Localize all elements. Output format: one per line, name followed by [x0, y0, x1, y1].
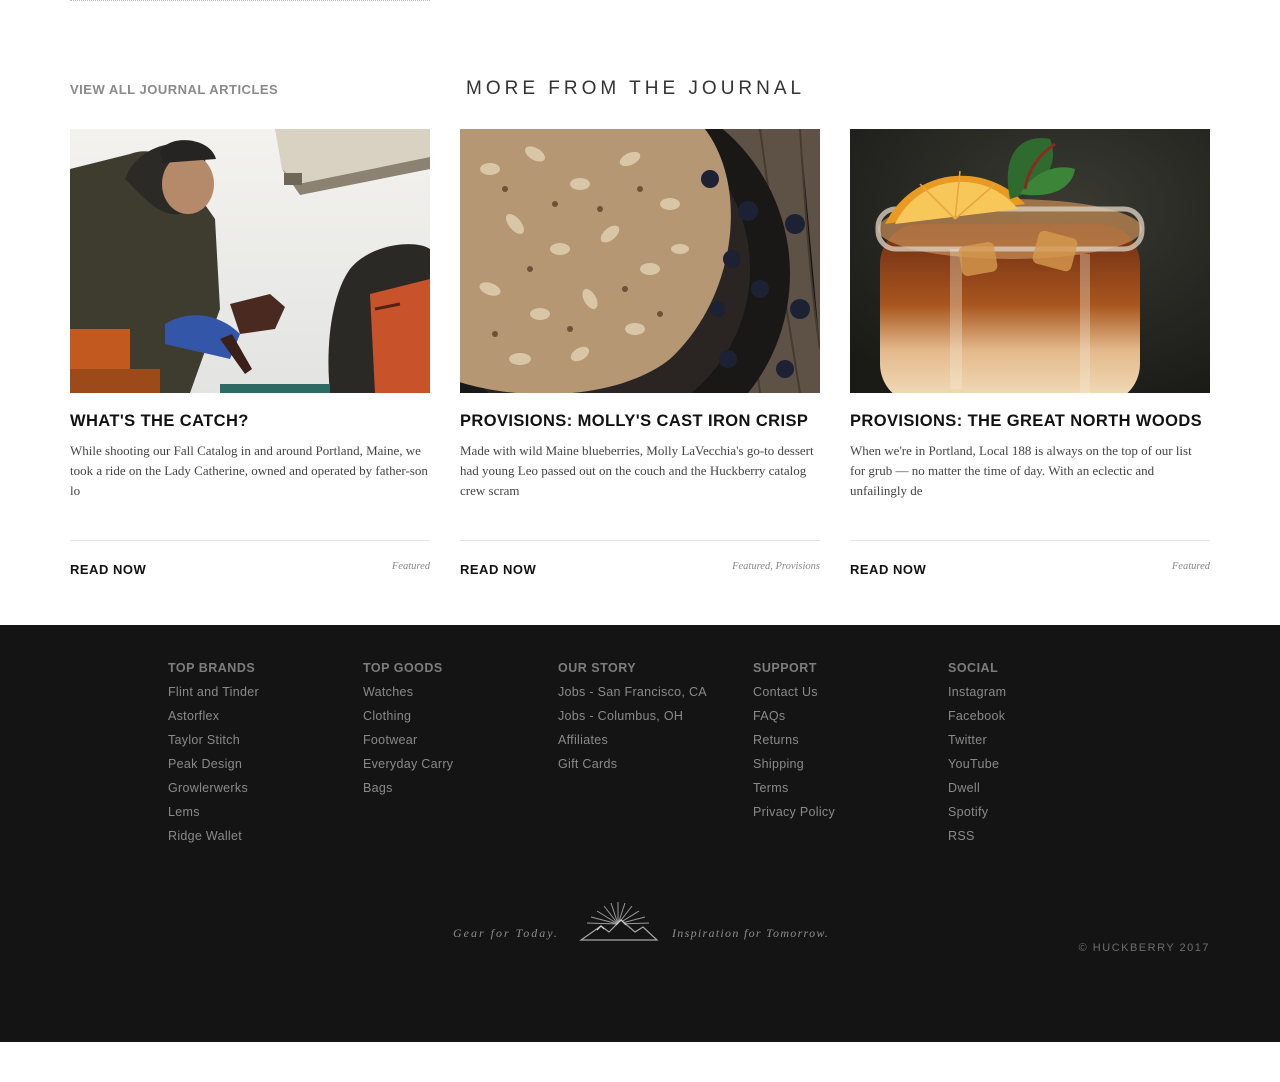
footer-column-our-story: OUR STORY Jobs - San Francisco, CA Jobs … — [558, 660, 753, 780]
footer-column-heading: TOP BRANDS — [168, 661, 256, 675]
read-now-link[interactable]: READ NOW — [850, 562, 926, 577]
footer-link[interactable]: Everyday Carry — [363, 756, 558, 780]
footer-link[interactable]: Facebook — [948, 708, 1143, 732]
footer-link[interactable]: Jobs - Columbus, OH — [558, 708, 753, 732]
article-tags[interactable]: Featured — [1172, 561, 1210, 572]
article-tags[interactable]: Featured — [392, 561, 430, 572]
read-now-link[interactable]: READ NOW — [460, 562, 536, 577]
article-image-lobster-fisherman[interactable] — [70, 129, 430, 393]
article-footer: READ NOW Featured, Provisions — [460, 540, 820, 590]
footer-link[interactable]: RSS — [948, 828, 1143, 852]
article-excerpt: When we're in Portland, Local 188 is alw… — [850, 443, 1192, 498]
footer-link[interactable]: Gift Cards — [558, 756, 753, 780]
footer-link[interactable]: Shipping — [753, 756, 948, 780]
article-card: WHAT'S THE CATCH? While shooting our Fal… — [70, 129, 430, 589]
article-title[interactable]: WHAT'S THE CATCH? — [70, 413, 430, 430]
footer-link[interactable]: Dwell — [948, 780, 1143, 804]
footer-link[interactable]: Watches — [363, 684, 558, 708]
footer-link[interactable]: Spotify — [948, 804, 1143, 828]
read-now-link[interactable]: READ NOW — [70, 562, 146, 577]
footer-column-heading: OUR STORY — [558, 661, 637, 675]
footer-link[interactable]: Terms — [753, 780, 948, 804]
article-excerpt: While shooting our Fall Catalog in and a… — [70, 443, 428, 498]
article-tags[interactable]: Featured, Provisions — [732, 561, 820, 572]
article-card: PROVISIONS: MOLLY'S CAST IRON CRISP Made… — [460, 129, 820, 589]
article-image-iced-cocktail[interactable] — [850, 129, 1210, 393]
footer-link[interactable]: Clothing — [363, 708, 558, 732]
article-card: PROVISIONS: THE GREAT NORTH WOODS When w… — [850, 129, 1210, 589]
footer-link[interactable]: Privacy Policy — [753, 804, 948, 828]
footer-link[interactable]: Growlerwerks — [168, 780, 363, 804]
footer-column-social: SOCIAL Instagram Facebook Twitter YouTub… — [948, 660, 1143, 852]
article-image-blueberry-crisp[interactable] — [460, 129, 820, 393]
mountain-sunburst-icon — [577, 900, 659, 951]
article-title[interactable]: PROVISIONS: THE GREAT NORTH WOODS — [850, 413, 1210, 430]
article-footer: READ NOW Featured — [850, 540, 1210, 590]
footer-link[interactable]: Ridge Wallet — [168, 828, 363, 852]
article-title[interactable]: PROVISIONS: MOLLY'S CAST IRON CRISP — [460, 413, 820, 430]
footer-link[interactable]: Jobs - San Francisco, CA — [558, 684, 753, 708]
footer-column-heading: SUPPORT — [753, 661, 817, 675]
footer-column-heading: SOCIAL — [948, 661, 999, 675]
footer-link[interactable]: FAQs — [753, 708, 948, 732]
footer-link[interactable]: Affiliates — [558, 732, 753, 756]
footer-column-top-goods: TOP GOODS Watches Clothing Footwear Ever… — [363, 660, 558, 804]
tagline-right: Inspiration for Tomorrow. — [672, 926, 830, 940]
view-all-journal-link[interactable]: VIEW ALL JOURNAL ARTICLES — [70, 82, 278, 97]
footer-link[interactable]: Flint and Tinder — [168, 684, 363, 708]
footer-link[interactable]: Instagram — [948, 684, 1143, 708]
footer-link[interactable]: Bags — [363, 780, 558, 804]
footer-link[interactable]: Astorflex — [168, 708, 363, 732]
article-footer: READ NOW Featured — [70, 540, 430, 590]
footer-link[interactable]: Contact Us — [753, 684, 948, 708]
tagline-left: Gear for Today. — [453, 926, 559, 940]
journal-header: VIEW ALL JOURNAL ARTICLES MORE FROM THE … — [70, 78, 1210, 102]
footer-link[interactable]: Twitter — [948, 732, 1143, 756]
article-excerpt: Made with wild Maine blueberries, Molly … — [460, 443, 814, 498]
footer-link[interactable]: Taylor Stitch — [168, 732, 363, 756]
footer-link[interactable]: Returns — [753, 732, 948, 756]
article-cards: WHAT'S THE CATCH? While shooting our Fal… — [70, 129, 1210, 589]
copyright-notice: © HUCKBERRY 2017 — [1078, 942, 1210, 954]
footer-tagline: Gear for Today. Inspiration for Tomorrow… — [453, 900, 833, 946]
footer-link[interactable]: YouTube — [948, 756, 1143, 780]
footer-link[interactable]: Footwear — [363, 732, 558, 756]
footer-column-heading: TOP GOODS — [363, 661, 443, 675]
section-title: MORE FROM THE JOURNAL — [466, 78, 806, 99]
footer-link[interactable]: Peak Design — [168, 756, 363, 780]
footer-link[interactable]: Lems — [168, 804, 363, 828]
top-divider — [70, 0, 430, 2]
footer-column-support: SUPPORT Contact Us FAQs Returns Shipping… — [753, 660, 948, 828]
site-footer: TOP BRANDS Flint and Tinder Astorflex Ta… — [0, 625, 1280, 1042]
footer-column-top-brands: TOP BRANDS Flint and Tinder Astorflex Ta… — [168, 660, 363, 852]
